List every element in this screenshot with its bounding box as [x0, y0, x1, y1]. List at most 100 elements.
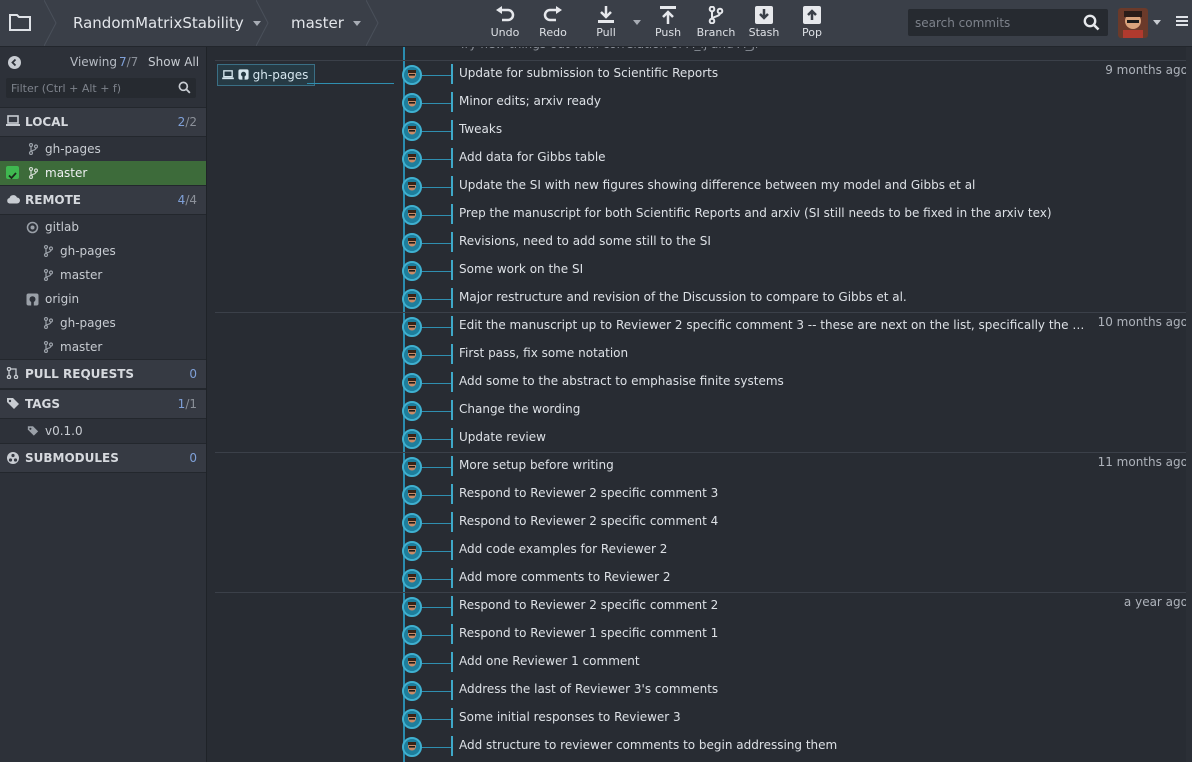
author-avatar[interactable]: [402, 65, 422, 85]
viewing-count: 7/7: [119, 55, 139, 69]
author-avatar[interactable]: [402, 93, 422, 113]
sidebar-item-remote-origin[interactable]: origin: [0, 287, 206, 311]
author-avatar[interactable]: [402, 149, 422, 169]
commit-row[interactable]: Tweaks: [215, 116, 1192, 144]
author-avatar[interactable]: [402, 597, 422, 617]
sidebar-item-gitlab-master[interactable]: master: [0, 263, 206, 287]
commit-message: Update the SI with new figures showing d…: [459, 178, 976, 192]
author-avatar[interactable]: [402, 261, 422, 281]
author-avatar[interactable]: [402, 541, 422, 561]
show-all-link[interactable]: Show All: [148, 55, 199, 69]
author-avatar[interactable]: [402, 625, 422, 645]
commit-row[interactable]: Add structure to reviewer comments to be…: [215, 732, 1192, 760]
search-icon[interactable]: [1083, 14, 1100, 31]
author-avatar[interactable]: [402, 177, 422, 197]
github-icon: [26, 293, 39, 306]
account-chevron-down-icon[interactable]: [1153, 20, 1161, 25]
hamburger-menu-icon[interactable]: [1176, 14, 1190, 28]
pop-button[interactable]: Pop: [788, 4, 836, 44]
sidebar-filter-input[interactable]: [6, 78, 171, 98]
commit-row[interactable]: Respond to Reviewer 2 specific comment 4: [215, 508, 1192, 536]
author-avatar[interactable]: [402, 205, 422, 225]
commit-message: Revisions, need to add some still to the…: [459, 234, 711, 248]
author-avatar[interactable]: [402, 457, 422, 477]
commit-row[interactable]: Add one Reviewer 1 comment: [215, 648, 1192, 676]
commit-row[interactable]: Respond to Reviewer 1 specific comment 1: [215, 620, 1192, 648]
scrollbar[interactable]: [1186, 47, 1192, 762]
commit-row[interactable]: Revisions, need to add some still to the…: [215, 228, 1192, 256]
branch-dropdown[interactable]: master: [291, 0, 361, 46]
commit-row[interactable]: Add code examples for Reviewer 2: [215, 536, 1192, 564]
commit-row[interactable]: Update for submission to Scientific Repo…: [215, 60, 1192, 88]
download-icon: [598, 6, 614, 23]
commit-marker-bar: [451, 92, 453, 112]
commit-row[interactable]: Minor edits; arxiv ready: [215, 88, 1192, 116]
sidebar-item-gitlab-gh-pages[interactable]: gh-pages: [0, 239, 206, 263]
author-avatar[interactable]: [402, 709, 422, 729]
pull-options-chevron-icon[interactable]: [633, 20, 641, 25]
commit-message: First pass, fix some notation: [459, 346, 629, 360]
search-commits-input[interactable]: [908, 9, 1075, 36]
redo-button[interactable]: Redo: [529, 4, 577, 44]
author-avatar[interactable]: [402, 401, 422, 421]
commit-row[interactable]: Update the SI with new figures showing d…: [215, 172, 1192, 200]
commit-row[interactable]: Respond to Reviewer 2 specific comment 3: [215, 480, 1192, 508]
branch-label: gh-pages: [45, 142, 101, 156]
sidebar-item-tag-v0-1-0[interactable]: v0.1.0: [0, 419, 206, 443]
commit-row[interactable]: Some initial responses to Reviewer 3: [215, 704, 1192, 732]
author-avatar[interactable]: [402, 429, 422, 449]
commit-row[interactable]: Some work on the SI: [215, 256, 1192, 284]
sidebar-item-master[interactable]: master: [0, 161, 206, 185]
author-avatar[interactable]: [402, 233, 422, 253]
commit-row[interactable]: Add more comments to Reviewer 2: [215, 564, 1192, 592]
repo-name-dropdown[interactable]: RandomMatrixStability: [73, 0, 261, 46]
commit-marker-bar: [451, 288, 453, 308]
author-avatar[interactable]: [402, 317, 422, 337]
author-avatar[interactable]: [402, 681, 422, 701]
section-submodules[interactable]: SUBMODULES 0: [0, 443, 206, 473]
author-avatar[interactable]: [402, 373, 422, 393]
folder-icon[interactable]: [8, 12, 36, 34]
section-remote[interactable]: REMOTE 4/4: [0, 185, 206, 215]
push-button[interactable]: Push: [644, 4, 692, 44]
commit-marker-bar: [451, 232, 453, 252]
stash-button[interactable]: Stash: [740, 4, 788, 44]
commit-row[interactable]: Address the last of Reviewer 3's comment…: [215, 676, 1192, 704]
commit-row[interactable]: Edit the manuscript up to Reviewer 2 spe…: [215, 312, 1192, 340]
section-pull-requests[interactable]: PULL REQUESTS 0: [0, 359, 206, 389]
author-avatar[interactable]: [402, 513, 422, 533]
author-avatar[interactable]: [402, 289, 422, 309]
commit-message: Change the wording: [459, 402, 581, 416]
author-avatar[interactable]: [402, 569, 422, 589]
branch-button[interactable]: Branch: [692, 4, 740, 44]
branch-label: Branch: [696, 26, 736, 39]
date-group-separator: [215, 452, 1192, 453]
undo-button[interactable]: Undo: [481, 4, 529, 44]
commit-row[interactable]: First pass, fix some notation: [215, 340, 1192, 368]
author-avatar[interactable]: [402, 485, 422, 505]
author-avatar[interactable]: [402, 345, 422, 365]
commit-row[interactable]: Respond to Reviewer 2 specific comment 2…: [215, 592, 1192, 620]
sidebar-item-origin-gh-pages[interactable]: gh-pages: [0, 311, 206, 335]
author-avatar[interactable]: [402, 653, 422, 673]
commit-row[interactable]: Update review: [215, 424, 1192, 452]
tag-label: v0.1.0: [45, 424, 83, 438]
back-arrow-icon[interactable]: [8, 56, 21, 69]
author-avatar[interactable]: [402, 737, 422, 757]
sidebar-item-origin-master[interactable]: master: [0, 335, 206, 359]
commit-row[interactable]: More setup before writing 11 months ago: [215, 452, 1192, 480]
section-tags[interactable]: TAGS 1/1: [0, 389, 206, 419]
commit-message: Add code examples for Reviewer 2: [459, 542, 668, 556]
commit-row[interactable]: Add data for Gibbs table: [215, 144, 1192, 172]
pull-button[interactable]: Pull: [582, 4, 630, 44]
commit-row[interactable]: Prep the manuscript for both Scientific …: [215, 200, 1192, 228]
commit-row[interactable]: Add some to the abstract to emphasise fi…: [215, 368, 1192, 396]
user-avatar[interactable]: [1118, 8, 1148, 38]
sidebar-item-remote-gitlab[interactable]: gitlab: [0, 215, 206, 239]
commit-row[interactable]: Change the wording: [215, 396, 1192, 424]
sidebar-item-gh-pages[interactable]: gh-pages: [0, 137, 206, 161]
commit-row[interactable]: Major restructure and revision of the Di…: [215, 284, 1192, 312]
section-count: 0: [189, 451, 197, 465]
author-avatar[interactable]: [402, 121, 422, 141]
section-local[interactable]: LOCAL 2/2: [0, 107, 206, 137]
